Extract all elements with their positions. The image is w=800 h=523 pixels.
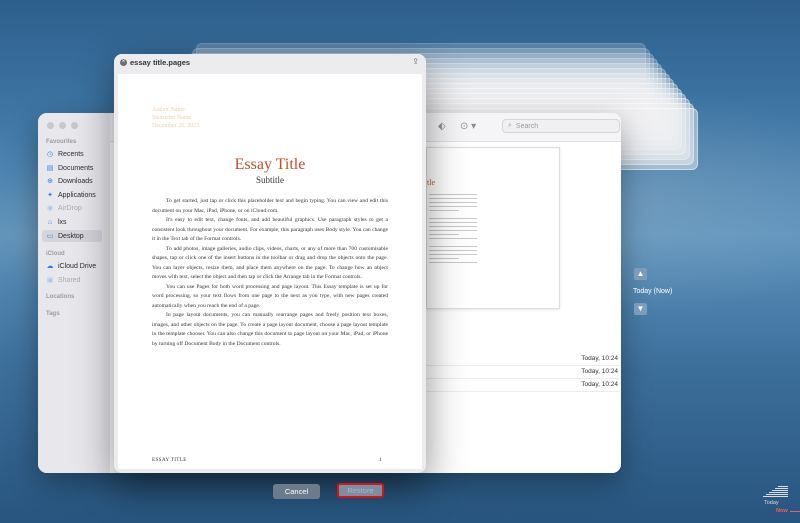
document-date: December 20, 2023 [152,123,200,129]
sidebar-item-documents[interactable]: ▤ Documents [42,162,102,174]
search-placeholder: Search [515,122,539,130]
timeline-current-label: Today (Now) [633,288,673,295]
preview-text-line [429,234,459,235]
essay-title: Essay Title [234,156,306,173]
page-footer-title: ESSAY TITLE [152,457,187,463]
close-icon[interactable]: × [120,59,127,66]
preview-text-line [429,258,459,259]
preview-text-line [429,246,477,247]
preview-text-line [429,218,477,219]
body-paragraph: To add photos, image galleries, audio cl… [152,245,388,281]
page-number: 1 [379,457,382,463]
preview-text-line [429,230,477,231]
sidebar-section-icloud: iCloud [46,251,65,257]
finder-sidebar: Favourites ◷ Recents ▤ Documents ⊕ Downl… [38,113,110,473]
more-actions-icon[interactable]: ⊙ ▾ [460,121,476,132]
search-input[interactable]: ⌕ Search [502,119,620,133]
tag-icon[interactable]: ⬖ [438,121,446,132]
sidebar-item-label: AirDrop [58,204,82,212]
home-icon: ⌂ [47,218,53,226]
body-paragraph: To get started, just tap or click this p… [152,198,388,214]
preview-text-line [429,202,477,203]
sidebar-section-favourites: Favourites [46,139,77,145]
search-icon: ⌕ [508,122,512,129]
preview-text-line [429,250,477,251]
sidebar-item-shared[interactable]: ▣ Shared [42,274,102,286]
pages-preview-window: × essay title.pages ⇪ Author Name Instru… [114,54,426,473]
file-row-date[interactable]: Today, 10:24 [426,366,620,379]
file-row-date[interactable]: Today, 10:24 [426,353,620,366]
window-title: essay title.pages [130,58,191,67]
sidebar-item-icloud-drive[interactable]: ☁ iCloud Drive [42,260,102,272]
instructor-name: Instructor Name [152,115,192,121]
cloud-icon: ☁ [46,263,54,270]
document-page: Author Name Instructor Name December 20,… [118,74,422,469]
essay-subtitle: Subtitle [255,175,284,185]
sidebar-item-applications[interactable]: ✦ Applications [42,189,102,201]
timeline-tick [769,492,788,493]
preview-text-line [429,238,477,239]
body-paragraph: It's easy to edit text, change fonts, an… [152,217,388,242]
close-window-button[interactable] [47,122,54,129]
preview-title: tle [427,178,435,187]
timeline-tick [763,496,788,497]
cancel-button[interactable]: Cancel [273,484,320,499]
timeline-tick [772,490,788,491]
preview-text-line [429,198,477,199]
clock-icon: ◷ [46,151,54,158]
share-icon[interactable]: ⇪ [412,57,419,66]
shared-icon: ▣ [46,277,54,284]
sidebar-item-label: Documents [58,164,94,172]
preview-text-line [429,254,477,255]
sidebar-item-label: Desktop [58,232,84,240]
sidebar-item-airdrop[interactable]: ◉ AirDrop [42,202,102,214]
timeline-now-marker [790,511,800,512]
download-icon: ⊕ [47,178,53,185]
sidebar-item-lxs[interactable]: ⌂ lxs [42,216,102,228]
sidebar-item-downloads[interactable]: ⊕ Downloads [42,175,102,187]
essay-body: To get started, just tap or click this p… [152,197,388,349]
preview-text-line [429,206,477,207]
file-list: Today, 10:24 Today, 10:24 Today, 10:24 [426,353,620,392]
preview-text-line [429,262,477,263]
timeline-tick [775,488,788,489]
body-paragraph: In page layout documents, you can manual… [152,312,388,347]
preview-text-line [429,194,477,195]
sidebar-item-label: iCloud Drive [58,262,97,270]
preview-text-line [429,210,459,211]
file-row-date[interactable]: Today, 10:24 [426,379,620,392]
doc-icon: ▤ [46,165,54,172]
apps-icon: ✦ [47,192,53,199]
sidebar-section-tags: Tags [46,311,60,317]
sidebar-item-desktop[interactable]: ▭ Desktop [42,230,102,242]
timeline-tick [766,494,788,495]
document-preview: tle [426,147,560,309]
timeline-down-arrow-icon[interactable]: ▼ [634,303,647,315]
sidebar-item-label: Downloads [58,177,93,185]
sidebar-item-label: Recents [58,150,84,158]
sidebar-section-locations: Locations [46,294,75,300]
restore-button[interactable]: Restore [337,483,384,498]
minimize-window-button[interactable] [59,122,66,129]
timeline-now-label[interactable]: Now [776,508,788,514]
preview-text-line [429,222,477,223]
sidebar-item-label: Applications [58,191,96,199]
window-controls [47,122,78,129]
author-name: Author Name [152,107,185,113]
pages-titlebar: × essay title.pages ⇪ [114,54,426,72]
preview-text-line [429,226,477,227]
timeline-tick [778,486,788,487]
zoom-window-button[interactable] [71,122,78,129]
sidebar-item-label: lxs [58,218,67,226]
timeline-today-label[interactable]: Today [764,500,779,506]
body-paragraph: You can use Pages for both word processi… [152,283,388,309]
airdrop-icon: ◉ [46,205,54,212]
sidebar-item-recents[interactable]: ◷ Recents [42,148,102,160]
timeline-up-arrow-icon[interactable]: ▲ [634,268,647,280]
sidebar-item-label: Shared [58,276,81,284]
desktop-icon: ▭ [46,233,54,240]
